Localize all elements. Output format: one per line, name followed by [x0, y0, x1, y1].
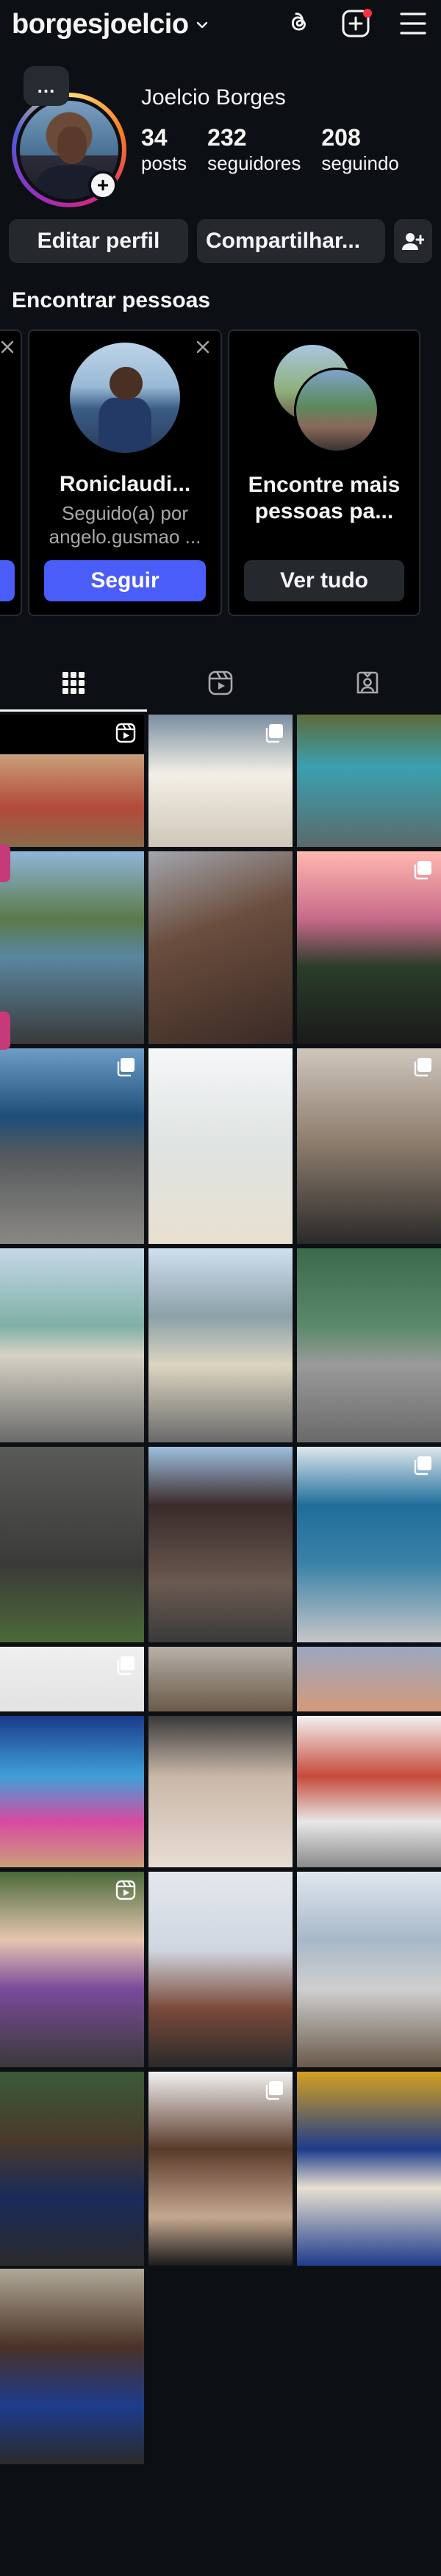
scroll-accent-strip	[0, 1012, 10, 1050]
follow-button[interactable]: Seguir	[44, 560, 206, 601]
grid-post[interactable]	[297, 1716, 441, 1867]
grid-post[interactable]	[0, 1647, 144, 1711]
grid-post[interactable]	[297, 851, 441, 1044]
profile-tabs	[0, 654, 441, 712]
carousel-badge-icon	[414, 1456, 431, 1475]
stat-posts-count: 34	[141, 124, 168, 151]
stat-following-count: 208	[321, 124, 361, 151]
see-all-title: Encontre mais pessoas pa...	[248, 473, 401, 523]
menu-icon[interactable]	[397, 7, 429, 40]
carousel-badge-icon	[414, 1058, 431, 1077]
grid-post[interactable]	[297, 2072, 441, 2266]
see-all-button[interactable]: Ver tudo	[244, 560, 404, 601]
suggestion-card[interactable]: Roniclaudi... Seguido(a) por angelo.gusm…	[28, 329, 222, 616]
grid-post[interactable]	[148, 2072, 293, 2266]
tab-tagged[interactable]	[294, 654, 441, 712]
carousel-badge-icon	[117, 1058, 135, 1077]
stat-followers[interactable]: 232 seguidores	[207, 124, 301, 175]
username-switcher[interactable]: borgesjoelcio	[12, 9, 209, 40]
profile-actions: Editar perfil Compartilhar...	[9, 219, 432, 263]
reel-badge-icon	[115, 1880, 136, 1900]
grid-post[interactable]	[148, 715, 293, 847]
close-icon[interactable]	[0, 338, 16, 356]
grid-post[interactable]	[0, 1447, 144, 1642]
suggestion-context-line2: angelo.gusmao ...	[49, 526, 201, 548]
scroll-accent-strip	[0, 844, 10, 882]
multi-avatar	[269, 343, 379, 453]
new-post-icon[interactable]	[340, 7, 372, 40]
reel-badge-icon	[115, 723, 136, 743]
grid-post[interactable]	[0, 851, 144, 1044]
stat-followers-count: 232	[207, 124, 247, 151]
share-profile-button[interactable]: Compartilhar...	[197, 219, 385, 263]
grid-post[interactable]	[148, 1647, 293, 1711]
tab-reels[interactable]	[147, 654, 294, 712]
stat-following-label: seguindo	[321, 152, 399, 174]
suggestion-card-partial[interactable]	[0, 329, 22, 616]
stat-posts[interactable]: 34 posts	[141, 124, 187, 175]
grid-post[interactable]	[0, 1048, 144, 1244]
carousel-badge-icon	[117, 1656, 135, 1675]
grid-post[interactable]	[148, 1248, 293, 1442]
grid-post[interactable]	[297, 715, 441, 847]
grid-post[interactable]	[0, 2072, 144, 2266]
grid-post[interactable]	[297, 1647, 441, 1711]
grid-post[interactable]	[297, 1048, 441, 1244]
top-bar: borgesjoelcio	[0, 0, 441, 56]
suggestion-context: Seguido(a) por angelo.gusmao ...	[29, 501, 220, 548]
stat-following[interactable]: 208 seguindo	[321, 124, 399, 175]
profile-stats: 34 posts 232 seguidores 208 seguindo	[141, 124, 399, 175]
discover-people-button[interactable]	[394, 219, 432, 263]
suggestion-avatar[interactable]	[70, 343, 180, 453]
close-icon[interactable]	[194, 338, 212, 356]
carousel-badge-icon	[265, 2081, 283, 2100]
reels-icon	[208, 670, 233, 695]
stat-followers-label: seguidores	[207, 152, 301, 174]
grid-post[interactable]	[148, 1872, 293, 2067]
see-all-card[interactable]: Encontre mais pessoas pa... Ver tudo	[228, 329, 420, 616]
full-name: Joelcio Borges	[141, 85, 286, 110]
suggestion-name[interactable]: Roniclaudi...	[29, 472, 220, 497]
grid-post[interactable]	[148, 1048, 293, 1244]
suggestion-context-line1: Seguido(a) por	[62, 502, 188, 524]
grid-post[interactable]	[297, 1248, 441, 1442]
grid-post[interactable]	[148, 1716, 293, 1867]
grid-post[interactable]	[0, 715, 144, 847]
chevron-down-icon	[196, 21, 207, 28]
username-label: borgesjoelcio	[12, 9, 189, 40]
grid-post[interactable]	[297, 1872, 441, 2067]
carousel-badge-icon	[265, 724, 283, 743]
notification-dot	[363, 9, 372, 18]
find-people-title: Encontrar pessoas	[12, 288, 211, 312]
threads-icon[interactable]	[282, 7, 315, 40]
note-bubble[interactable]: ...	[24, 66, 69, 106]
suggestions-carousel[interactable]: Roniclaudi... Seguido(a) por angelo.gusm…	[0, 329, 441, 616]
add-story-icon[interactable]: +	[88, 171, 118, 200]
tagged-icon	[356, 671, 379, 694]
grid-post[interactable]	[148, 1447, 293, 1642]
follow-button-partial[interactable]	[0, 560, 15, 601]
carousel-badge-icon	[414, 861, 431, 880]
grid-post[interactable]	[297, 1447, 441, 1642]
grid-post[interactable]	[0, 1716, 144, 1867]
grid-post[interactable]	[0, 2269, 144, 2464]
grid-icon	[62, 672, 85, 694]
grid-post[interactable]	[0, 1872, 144, 2067]
grid-post[interactable]	[148, 851, 293, 1044]
edit-profile-button[interactable]: Editar perfil	[9, 219, 188, 263]
add-user-icon	[402, 233, 424, 250]
grid-post[interactable]	[0, 1248, 144, 1442]
tab-posts[interactable]	[0, 654, 147, 712]
stat-posts-label: posts	[141, 152, 187, 174]
